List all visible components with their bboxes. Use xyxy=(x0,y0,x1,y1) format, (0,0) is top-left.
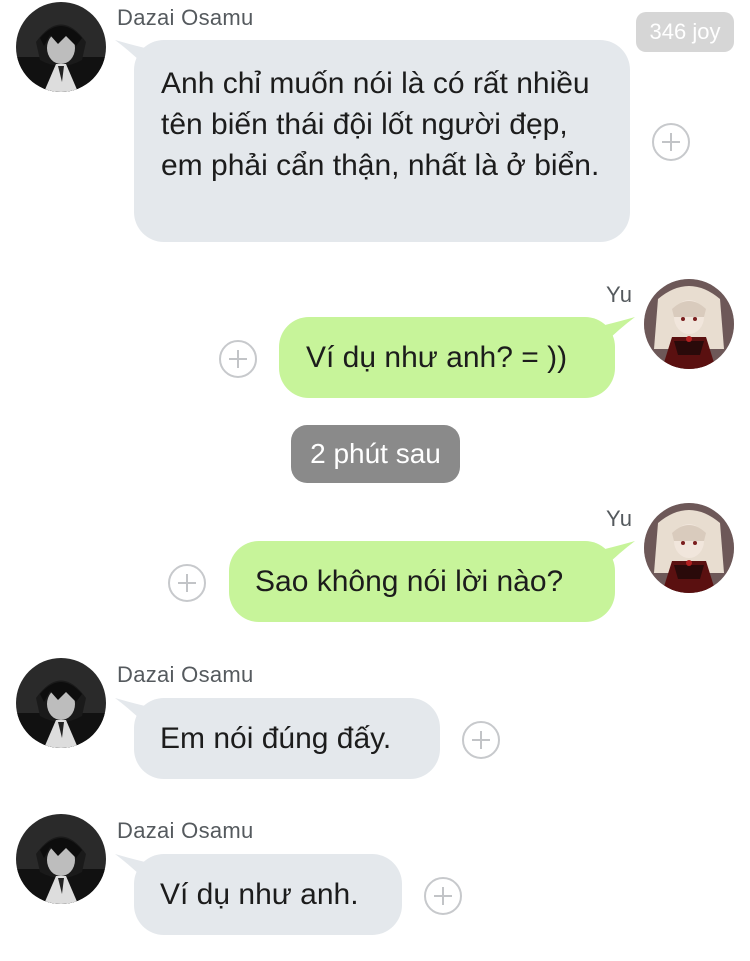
sender-name: Dazai Osamu xyxy=(117,662,254,687)
add-reaction-button[interactable] xyxy=(424,877,462,915)
avatar-yu[interactable] xyxy=(644,503,734,593)
message-bubble[interactable]: Em nói đúng đấy. xyxy=(134,698,440,779)
add-reaction-button[interactable] xyxy=(652,123,690,161)
message-text: Em nói đúng đấy. xyxy=(160,722,392,755)
sender-name: Dazai Osamu xyxy=(117,5,254,30)
avatar-dazai[interactable] xyxy=(16,814,106,904)
message-text: Sao không nói lời nào? xyxy=(255,565,564,598)
message-bubble[interactable]: Sao không nói lời nào? xyxy=(229,541,615,622)
add-reaction-button[interactable] xyxy=(462,721,500,759)
message-bubble[interactable]: Ví dụ như anh? = )) xyxy=(279,317,615,398)
sender-name: Yu xyxy=(606,282,633,307)
message-text: Ví dụ như anh? = )) xyxy=(306,341,568,374)
avatar-yu[interactable] xyxy=(644,279,734,369)
add-reaction-button[interactable] xyxy=(219,340,257,378)
message-text: Ví dụ như anh. xyxy=(160,878,359,911)
avatar-dazai[interactable] xyxy=(16,2,106,92)
sender-name: Dazai Osamu xyxy=(117,818,254,843)
message-bubble[interactable]: Ví dụ như anh. xyxy=(134,854,402,935)
joy-badge: 346 joy xyxy=(636,12,734,52)
sender-name: Yu xyxy=(606,506,633,531)
time-separator: 2 phút sau xyxy=(291,425,460,483)
message-bubble[interactable]: Anh chỉ muốn nói là có rất nhiều tên biế… xyxy=(134,40,630,242)
add-reaction-button[interactable] xyxy=(168,564,206,602)
message-text: Anh chỉ muốn nói là có rất nhiều tên biế… xyxy=(161,67,600,182)
avatar-dazai[interactable] xyxy=(16,658,106,748)
